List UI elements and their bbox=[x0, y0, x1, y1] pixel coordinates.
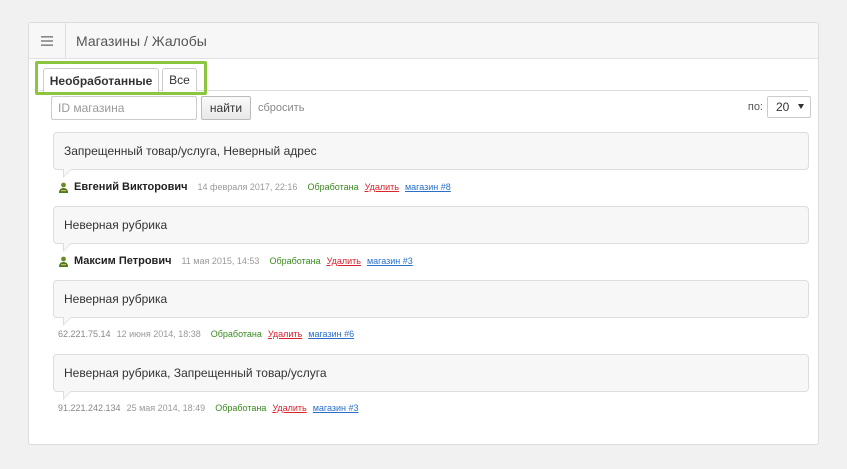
tab-unprocessed[interactable]: Необработанные bbox=[43, 68, 159, 92]
complaint-list: Запрещенный товар/услуга, Неверный адрес… bbox=[53, 132, 809, 428]
complaint-item: Неверная рубрика 62.221.75.14 12 июня 20… bbox=[53, 280, 809, 354]
complaint-item: Неверная рубрика, Запрещенный товар/услу… bbox=[53, 354, 809, 428]
user-icon bbox=[58, 256, 69, 267]
per-page-value: 20 bbox=[776, 100, 790, 114]
status-link[interactable]: Обработана bbox=[211, 329, 262, 339]
complaint-date: 25 мая 2014, 18:49 bbox=[126, 403, 206, 413]
complaint-text: Запрещенный товар/услуга, Неверный адрес bbox=[53, 132, 809, 178]
shop-link[interactable]: магазин #6 bbox=[308, 329, 354, 339]
complaint-ip: 91.221.242.134 bbox=[58, 403, 121, 413]
complaint-ip: 62.221.75.14 bbox=[58, 329, 111, 339]
filter-row: найти сбросить по: 20 bbox=[51, 96, 811, 120]
complaint-item: Неверная рубрика Максим Петрович 11 мая … bbox=[53, 206, 809, 280]
delete-link[interactable]: Удалить bbox=[272, 403, 306, 413]
complaint-author[interactable]: Евгений Викторович bbox=[74, 181, 188, 193]
complaint-meta: 62.221.75.14 12 июня 2014, 18:38 Обработ… bbox=[58, 329, 354, 339]
complaint-date: 11 мая 2015, 14:53 bbox=[181, 256, 260, 266]
per-page-label: по: bbox=[747, 101, 763, 113]
per-page-select[interactable]: 20 bbox=[767, 96, 811, 118]
delete-link[interactable]: Удалить bbox=[365, 182, 399, 192]
caret-down-icon bbox=[798, 104, 804, 109]
menu-button[interactable] bbox=[29, 22, 66, 59]
find-button[interactable]: найти bbox=[201, 96, 251, 120]
complaints-panel: Магазины / Жалобы Необработанные Все най… bbox=[28, 22, 819, 445]
status-link[interactable]: Обработана bbox=[215, 403, 266, 413]
complaint-meta: Максим Петрович 11 мая 2015, 14:53 Обраб… bbox=[58, 255, 413, 267]
user-icon bbox=[58, 182, 69, 193]
hamburger-icon bbox=[41, 35, 53, 46]
complaint-date: 12 июня 2014, 18:38 bbox=[116, 329, 201, 339]
complaint-date: 14 февраля 2017, 22:16 bbox=[197, 182, 298, 192]
per-page-control: по: 20 bbox=[748, 96, 811, 118]
complaint-author[interactable]: Максим Петрович bbox=[74, 255, 171, 267]
shop-link[interactable]: магазин #3 bbox=[367, 256, 413, 266]
complaint-text: Неверная рубрика bbox=[53, 206, 809, 252]
complaint-text: Неверная рубрика, Запрещенный товар/услу… bbox=[53, 354, 809, 400]
shop-link[interactable]: магазин #8 bbox=[405, 182, 451, 192]
complaint-text: Неверная рубрика bbox=[53, 280, 809, 326]
shop-id-input[interactable] bbox=[51, 96, 197, 120]
shop-link[interactable]: магазин #3 bbox=[313, 403, 359, 413]
panel-header: Магазины / Жалобы bbox=[29, 22, 818, 59]
delete-link[interactable]: Удалить bbox=[268, 329, 302, 339]
complaint-meta: 91.221.242.134 25 мая 2014, 18:49 Обрабо… bbox=[58, 403, 359, 413]
status-link[interactable]: Обработана bbox=[307, 182, 358, 192]
complaint-meta: Евгений Викторович 14 февраля 2017, 22:1… bbox=[58, 181, 451, 193]
status-link[interactable]: Обработана bbox=[269, 256, 320, 266]
delete-link[interactable]: Удалить bbox=[327, 256, 361, 266]
tabs-row: Необработанные Все bbox=[29, 59, 818, 95]
breadcrumb: Магазины / Жалобы bbox=[76, 32, 207, 49]
reset-link[interactable]: сбросить bbox=[258, 102, 304, 114]
complaint-item: Запрещенный товар/услуга, Неверный адрес… bbox=[53, 132, 809, 206]
